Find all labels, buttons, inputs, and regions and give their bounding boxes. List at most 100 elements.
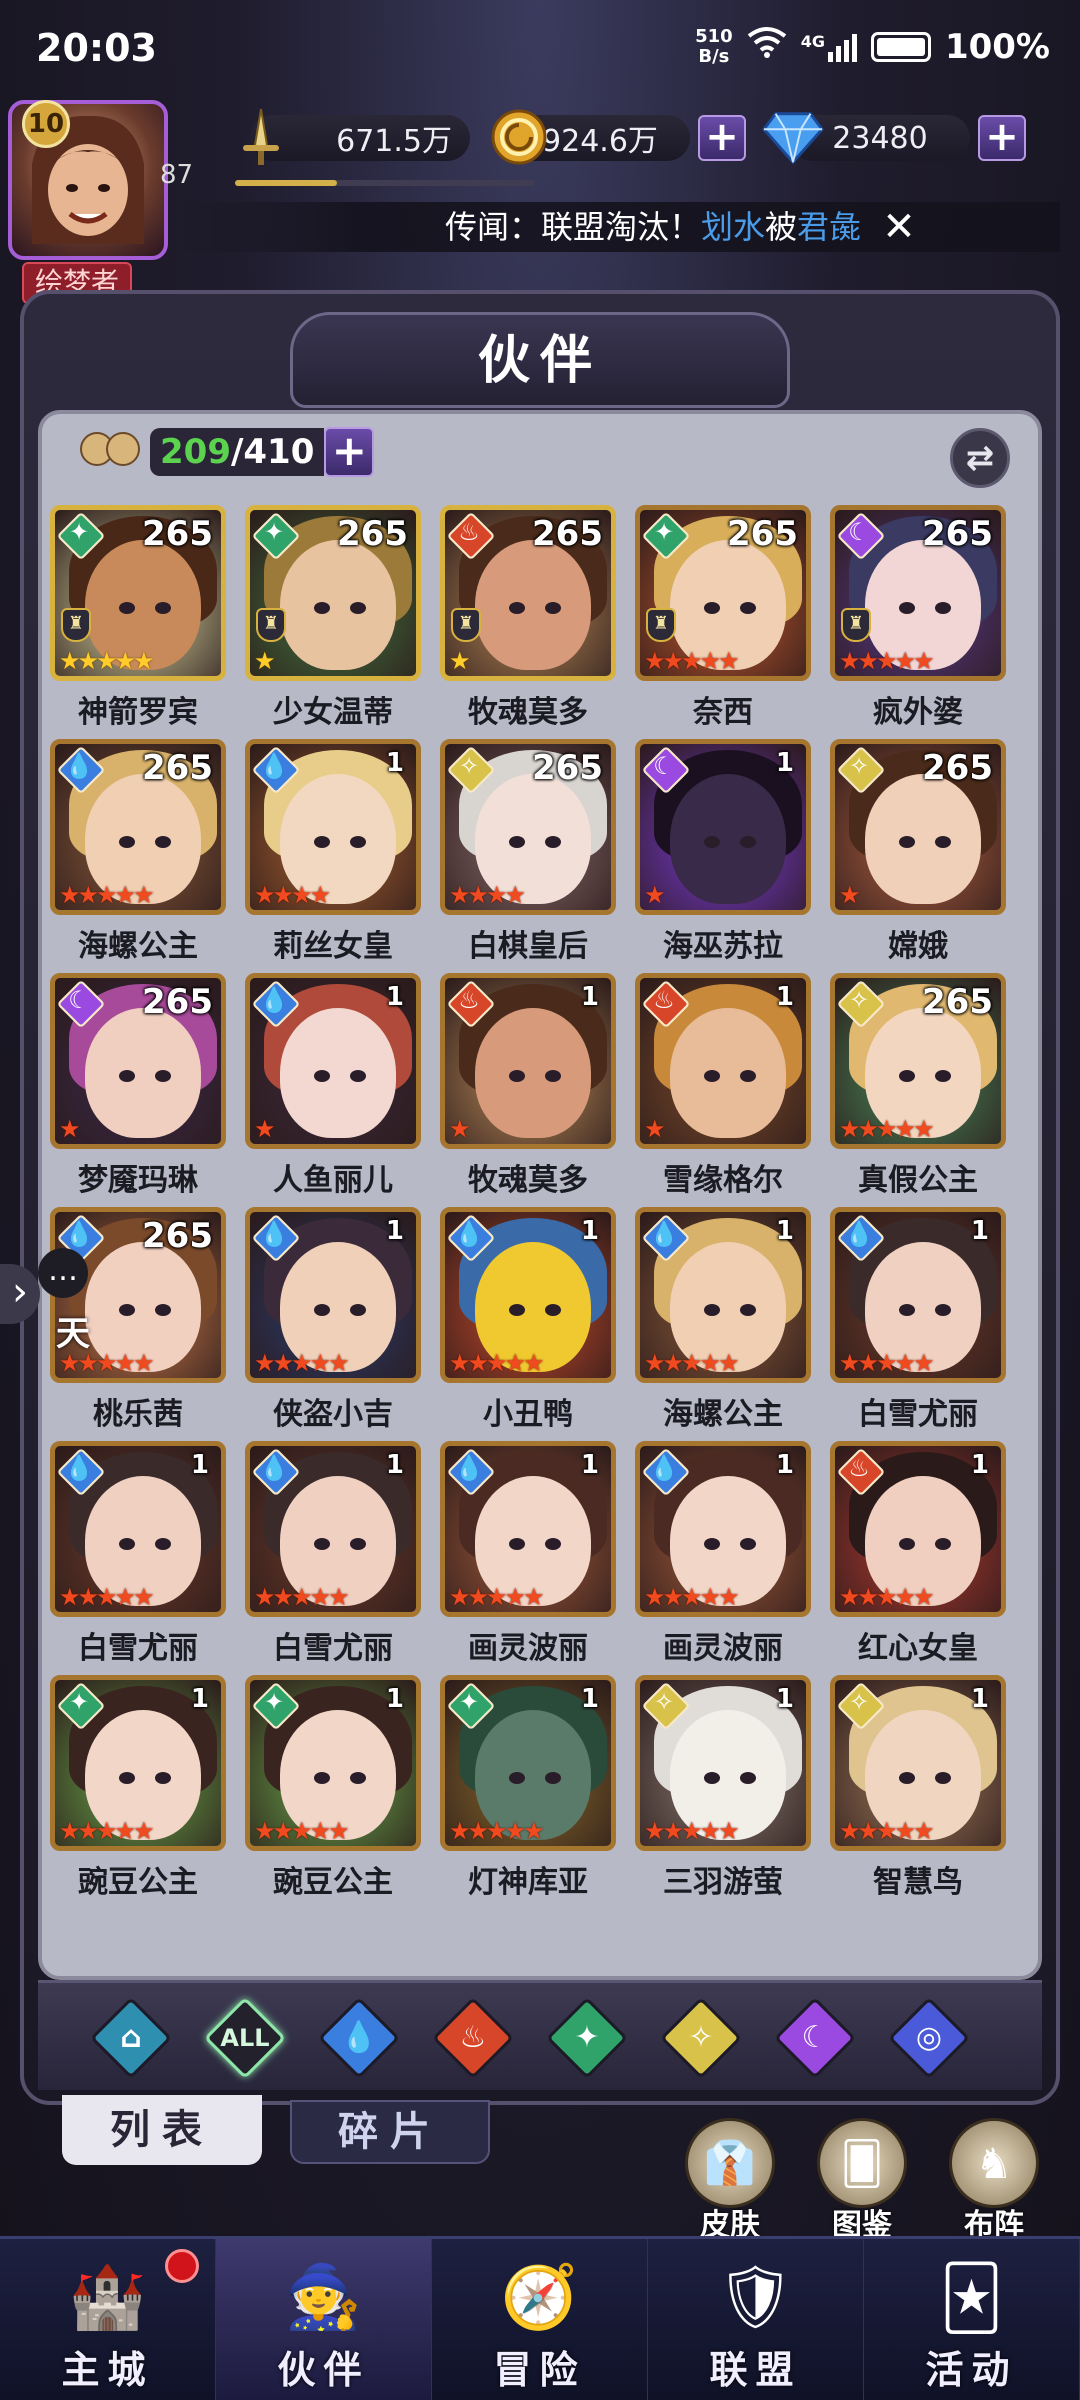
- hero-card[interactable]: 💧 265 ★★★★★ 海螺公主: [50, 739, 226, 965]
- rumor-prefix: 传闻：联盟淘汰！: [445, 208, 702, 246]
- star-icon: ★: [449, 647, 470, 675]
- hero-portrait: 💧 1 ★★★★★: [635, 1441, 811, 1617]
- nav-events[interactable]: 🃏 活动: [864, 2239, 1080, 2400]
- nav-adventure[interactable]: 🧭 冒险: [432, 2239, 648, 2400]
- sort-swap-button[interactable]: ⇄: [950, 428, 1010, 488]
- hero-card[interactable]: ✦ 1 ★★★★★ 豌豆公主: [245, 1675, 421, 1901]
- chat-handle-text: 天: [56, 1314, 90, 1354]
- hero-card[interactable]: 💧 1 ★★★★★ 小丑鸭: [440, 1207, 616, 1433]
- star-icon: ★: [699, 1349, 721, 1377]
- star-icon: ★: [486, 881, 507, 909]
- star-icon: ★: [486, 1817, 507, 1845]
- filter-cosmic[interactable]: ◎: [887, 1996, 971, 2080]
- star-icon: ★: [96, 647, 117, 675]
- hero-name: 少女温蒂: [273, 695, 393, 730]
- hero-stars: ★★★★★: [839, 1584, 935, 1610]
- add-gem-button[interactable]: +: [978, 115, 1026, 161]
- hero-card[interactable]: 💧 1 ★★★★ 莉丝女皇: [245, 739, 421, 965]
- hero-card[interactable]: 💧 1 ★★★★★ 海螺公主: [635, 1207, 811, 1433]
- hero-card[interactable]: ☾ 1 ★ 海巫苏拉: [635, 739, 811, 965]
- hero-card[interactable]: ✦ 265 ♜ ★ 少女温蒂: [245, 505, 421, 731]
- hero-card[interactable]: 💧 1 ★★★★★ 白雪尤丽: [50, 1441, 226, 1667]
- star-icon: ★: [59, 647, 80, 675]
- hero-card[interactable]: ♨ 1 ★ 雪缘格尔: [635, 973, 811, 1199]
- star-icon: ★: [77, 1817, 99, 1845]
- tab-shards[interactable]: 碎片: [290, 2100, 490, 2164]
- nav-alliance[interactable]: 🛡 联盟: [648, 2239, 864, 2400]
- notification-dot: [165, 2249, 199, 2283]
- hero-card[interactable]: 💧 1 ★ 人鱼丽儿: [245, 973, 421, 1199]
- hero-card[interactable]: ☾ 265 ♜ ★★★★★ 疯外婆: [830, 505, 1006, 731]
- hero-card[interactable]: ✦ 265 ♜ ★★★★★ 奈西: [635, 505, 811, 731]
- hero-card[interactable]: 💧 1 ★★★★★ 白雪尤丽: [830, 1207, 1006, 1433]
- hero-name: 三羽游萤: [663, 1865, 783, 1900]
- hero-card[interactable]: 💧 1 ★★★★★ 画灵波丽: [440, 1441, 616, 1667]
- hero-card[interactable]: 💧 1 ★★★★★ 侠盗小吉: [245, 1207, 421, 1433]
- codex-button[interactable]: 🂠 图鉴: [812, 2118, 912, 2244]
- star-icon: ★: [913, 1349, 934, 1377]
- star-icon: ★: [59, 881, 80, 909]
- hero-card[interactable]: ✧ 265 ★★★★★ 真假公主: [830, 973, 1006, 1199]
- filter-label: ✦: [574, 2020, 600, 2055]
- hero-card[interactable]: ✧ 265 ★ 嫦娥: [830, 739, 1006, 965]
- hero-portrait: ✦ 1 ★★★★★: [50, 1675, 226, 1851]
- add-gold-button[interactable]: +: [698, 115, 746, 161]
- hero-name: 红心女皇: [858, 1631, 978, 1666]
- filter-base[interactable]: ⌂: [89, 1996, 173, 2080]
- hero-level: 265: [922, 748, 993, 788]
- hero-card[interactable]: ✧ 1 ★★★★★ 三羽游萤: [635, 1675, 811, 1901]
- star-icon: ★: [839, 1817, 860, 1845]
- star-icon: ★: [644, 647, 665, 675]
- hero-level: 1: [580, 1216, 599, 1246]
- skins-button[interactable]: 👔 皮肤: [680, 2118, 780, 2244]
- filter-all[interactable]: ALL: [203, 1996, 287, 2080]
- filter-water[interactable]: 💧: [317, 1996, 401, 2080]
- hero-card[interactable]: ♨ 265 ♜ ★ 牧魂莫多: [440, 505, 616, 731]
- filter-wind[interactable]: ✦: [545, 1996, 629, 2080]
- star-icon: ★: [644, 1583, 665, 1611]
- hero-card[interactable]: ☾ 265 ★ 梦魇玛琳: [50, 973, 226, 1199]
- filter-fire[interactable]: ♨: [431, 1996, 515, 2080]
- hero-portrait: ♨ 1 ★: [440, 973, 616, 1149]
- page-title: 伙伴: [477, 331, 602, 391]
- hero-card[interactable]: ✧ 265 ★★★★ 白棋皇后: [440, 739, 616, 965]
- star-icon: ★: [254, 647, 275, 675]
- rumor-actor: 划水: [701, 208, 766, 246]
- signal-icon: 4G: [801, 32, 857, 62]
- hero-stars: ★★★★★: [59, 1584, 155, 1610]
- light-element-glyph: ✧: [848, 752, 870, 780]
- star-icon: ★: [913, 647, 934, 675]
- hero-portrait: ✦ 265 ♜ ★★★★★: [635, 505, 811, 681]
- nav-city[interactable]: 🏰 主城: [0, 2239, 216, 2400]
- hero-card[interactable]: ✧ 1 ★★★★★ 智慧鸟: [830, 1675, 1006, 1901]
- star-icon: ★: [699, 647, 721, 675]
- hero-card[interactable]: ✦ 1 ★★★★★ 豌豆公主: [50, 1675, 226, 1901]
- star-icon: ★: [681, 1583, 702, 1611]
- nav-partners[interactable]: 🧙 伙伴: [216, 2239, 432, 2400]
- filter-label: ◎: [915, 2020, 943, 2055]
- formation-button[interactable]: ♞ 布阵: [944, 2118, 1044, 2244]
- hero-name: 人鱼丽儿: [273, 1163, 393, 1198]
- filter-dark[interactable]: ☾: [773, 1996, 857, 2080]
- hero-stars: ★★★★★: [449, 1584, 545, 1610]
- hero-card[interactable]: 💧 1 ★★★★★ 白雪尤丽: [245, 1441, 421, 1667]
- hero-card[interactable]: ✦ 265 ♜ ★★★★★ 神箭罗宾: [50, 505, 226, 731]
- hero-card[interactable]: ♨ 1 ★ 牧魂莫多: [440, 973, 616, 1199]
- filter-light[interactable]: ✧: [659, 1996, 743, 2080]
- rumor-ticker[interactable]: 传闻：联盟淘汰！划水被君彘: [180, 202, 1060, 252]
- chat-handle[interactable]: › … 天: [0, 1228, 90, 1358]
- star-icon: ★: [504, 1817, 526, 1845]
- water-element-glyph: 💧: [259, 1220, 289, 1248]
- hero-portrait: 💧 265 ★★★★★: [50, 1207, 226, 1383]
- hero-card[interactable]: ✦ 1 ★★★★★ 灯神库亚: [440, 1675, 616, 1901]
- roster-people-icon: [80, 424, 150, 480]
- nav-city-label: 主城: [61, 2348, 154, 2392]
- hero-portrait: 💧 1 ★★★★: [245, 739, 421, 915]
- expand-roster-button[interactable]: +: [324, 427, 375, 477]
- star-icon: ★: [254, 1817, 275, 1845]
- hero-card[interactable]: ♨ 1 ★★★★★ 红心女皇: [830, 1441, 1006, 1667]
- star-icon: ★: [467, 1349, 489, 1377]
- hero-card[interactable]: 💧 1 ★★★★★ 画灵波丽: [635, 1441, 811, 1667]
- star-icon: ★: [839, 881, 860, 909]
- tab-list[interactable]: 列表: [62, 2095, 262, 2165]
